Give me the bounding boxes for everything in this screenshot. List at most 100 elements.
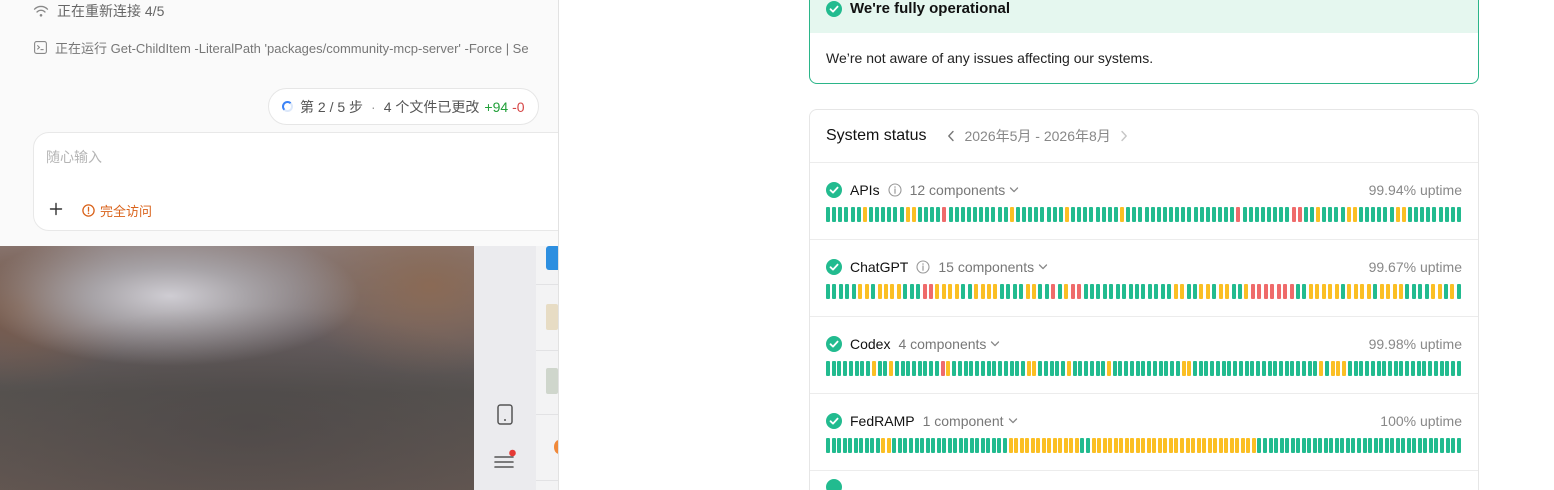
uptime-day-bar[interactable] <box>1307 361 1312 376</box>
uptime-day-bar[interactable] <box>1078 361 1083 376</box>
uptime-day-bar[interactable] <box>1387 361 1392 376</box>
uptime-day-bar[interactable] <box>1072 361 1077 376</box>
uptime-day-bar[interactable] <box>1379 284 1384 299</box>
uptime-day-bar[interactable] <box>845 284 850 299</box>
uptime-day-bar[interactable] <box>930 207 935 222</box>
uptime-day-bar[interactable] <box>1085 438 1090 453</box>
uptime-day-bar[interactable] <box>838 284 843 299</box>
uptime-day-bar[interactable] <box>1040 207 1045 222</box>
uptime-day-bar[interactable] <box>1433 361 1438 376</box>
uptime-day-bar[interactable] <box>1152 438 1157 453</box>
uptime-day-bar[interactable] <box>1071 207 1075 222</box>
uptime-day-bar[interactable] <box>1329 438 1334 453</box>
uptime-day-bar[interactable] <box>1057 284 1062 299</box>
uptime-day-bar[interactable] <box>1395 207 1400 222</box>
uptime-day-bar[interactable] <box>1020 361 1025 376</box>
uptime-day-bar[interactable] <box>1107 207 1112 222</box>
uptime-day-bar[interactable] <box>1215 361 1220 376</box>
uptime-day-bar[interactable] <box>1109 284 1114 299</box>
uptime-day-bar[interactable] <box>1297 207 1302 222</box>
uptime-day-bar[interactable] <box>844 207 849 222</box>
uptime-day-bar[interactable] <box>1138 207 1143 222</box>
uptime-day-bar[interactable] <box>1112 361 1117 376</box>
uptime-day-bar[interactable] <box>1336 361 1341 376</box>
uptime-day-bar[interactable] <box>1371 207 1376 222</box>
uptime-day-bar[interactable] <box>929 361 934 376</box>
uptime-day-bar[interactable] <box>1438 207 1443 222</box>
uptime-day-bar[interactable] <box>1229 438 1234 453</box>
uptime-day-bar[interactable] <box>986 438 991 453</box>
uptime-day-bar[interactable] <box>925 438 930 453</box>
uptime-day-bar[interactable] <box>1347 284 1352 299</box>
uptime-day-bar[interactable] <box>1198 361 1203 376</box>
uptime-day-bar[interactable] <box>1044 284 1049 299</box>
uptime-day-bar[interactable] <box>942 438 947 453</box>
uptime-day-bar[interactable] <box>1324 361 1329 376</box>
uptime-day-bar[interactable] <box>1186 284 1191 299</box>
uptime-day-bar[interactable] <box>922 284 927 299</box>
components-dropdown[interactable]: 15 components <box>938 259 1048 275</box>
uptime-day-bar[interactable] <box>1376 361 1381 376</box>
uptime-day-bar[interactable] <box>1032 284 1036 299</box>
uptime-day-bar[interactable] <box>1359 361 1364 376</box>
uptime-day-bar[interactable] <box>1193 207 1198 222</box>
uptime-day-bar[interactable] <box>1360 284 1365 299</box>
uptime-day-bar[interactable] <box>986 361 991 376</box>
uptime-day-bar[interactable] <box>1315 284 1320 299</box>
uptime-day-bar[interactable] <box>1129 361 1134 376</box>
components-dropdown[interactable]: 12 components <box>910 182 1020 198</box>
uptime-day-bar[interactable] <box>1270 284 1275 299</box>
uptime-day-bar[interactable] <box>1238 361 1243 376</box>
uptime-day-bar[interactable] <box>1257 284 1262 299</box>
uptime-day-bar[interactable] <box>1370 361 1375 376</box>
uptime-day-bar[interactable] <box>920 438 925 453</box>
uptime-day-bar[interactable] <box>826 207 830 222</box>
uptime-day-bar[interactable] <box>903 284 908 299</box>
uptime-day-bar[interactable] <box>1296 438 1301 453</box>
uptime-day-bar[interactable] <box>1180 438 1184 453</box>
uptime-day-bar[interactable] <box>1418 284 1423 299</box>
uptime-day-bar[interactable] <box>1030 438 1035 453</box>
uptime-day-bar[interactable] <box>1268 438 1273 453</box>
uptime-day-bar[interactable] <box>1015 361 1020 376</box>
uptime-day-bar[interactable] <box>1089 284 1094 299</box>
uptime-day-bar[interactable] <box>1064 284 1069 299</box>
uptime-day-bar[interactable] <box>1047 438 1052 453</box>
uptime-day-bar[interactable] <box>1003 207 1008 222</box>
uptime-day-bar[interactable] <box>1296 361 1301 376</box>
uptime-day-bar[interactable] <box>838 207 843 222</box>
uptime-day-bar[interactable] <box>1251 438 1256 453</box>
uptime-day-bar[interactable] <box>974 284 979 299</box>
uptime-day-bar[interactable] <box>946 361 951 376</box>
uptime-day-bar[interactable] <box>1302 284 1307 299</box>
uptime-day-bar[interactable] <box>992 361 997 376</box>
uptime-day-bar[interactable] <box>1434 438 1439 453</box>
uptime-day-bar[interactable] <box>886 438 891 453</box>
uptime-day-bar[interactable] <box>1019 284 1024 299</box>
uptime-day-bar[interactable] <box>1051 284 1056 299</box>
uptime-day-bar[interactable] <box>1193 361 1197 376</box>
uptime-day-bar[interactable] <box>1077 207 1082 222</box>
uptime-day-bar[interactable] <box>1049 361 1054 376</box>
uptime-day-bar[interactable] <box>980 438 985 453</box>
uptime-day-bar[interactable] <box>1233 361 1238 376</box>
uptime-day-bar[interactable] <box>969 361 974 376</box>
uptime-day-bar[interactable] <box>1244 284 1249 299</box>
uptime-day-bar[interactable] <box>1365 207 1369 222</box>
uptime-day-bar[interactable] <box>1428 438 1433 453</box>
uptime-day-bar[interactable] <box>1003 438 1007 453</box>
uptime-day-bar[interactable] <box>960 207 965 222</box>
uptime-day-bar[interactable] <box>1240 438 1245 453</box>
uptime-day-bar[interactable] <box>1135 361 1140 376</box>
uptime-day-bar[interactable] <box>1025 284 1030 299</box>
uptime-day-bar[interactable] <box>1340 207 1345 222</box>
uptime-day-bar[interactable] <box>889 361 894 376</box>
uptime-day-bar[interactable] <box>870 438 875 453</box>
uptime-day-bar[interactable] <box>1346 207 1351 222</box>
uptime-day-bar[interactable] <box>832 207 837 222</box>
uptime-day-bar[interactable] <box>1301 438 1306 453</box>
uptime-day-bar[interactable] <box>957 361 962 376</box>
uptime-day-bar[interactable] <box>868 207 873 222</box>
uptime-day-bar[interactable] <box>1164 361 1169 376</box>
uptime-day-bar[interactable] <box>1307 438 1312 453</box>
